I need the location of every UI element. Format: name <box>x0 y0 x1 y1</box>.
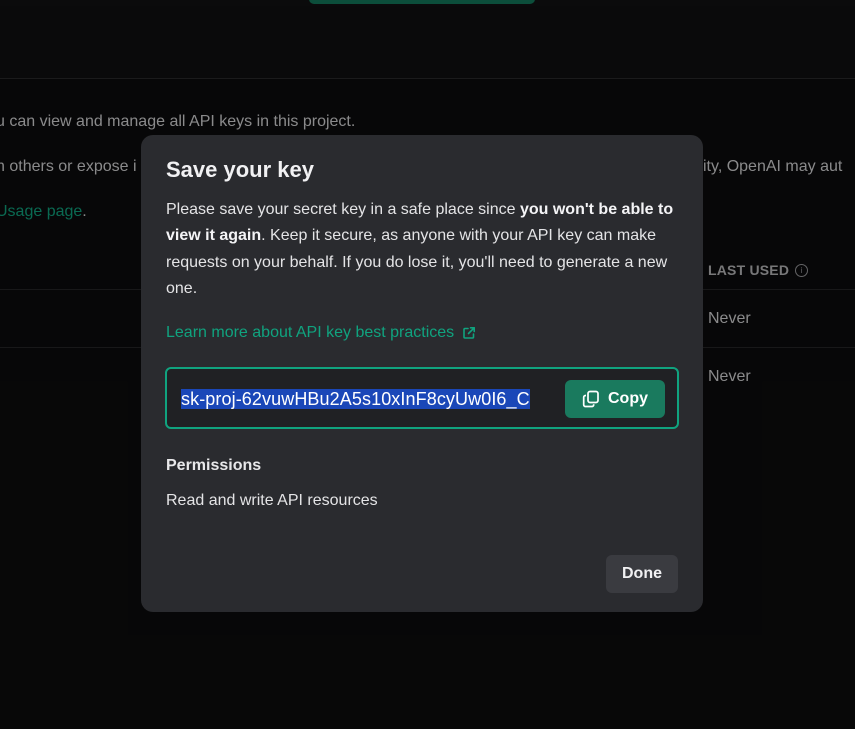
external-link-icon <box>463 327 476 339</box>
save-key-dialog: Save your key Please save your secret ke… <box>141 135 703 612</box>
dialog-title: Save your key <box>166 157 314 182</box>
desc-part1: Please save your secret key in a safe pl… <box>166 201 520 218</box>
permissions-label: Permissions <box>166 457 262 474</box>
permissions-value: Read and write API resources <box>166 492 378 509</box>
copy-button-label: Copy <box>608 390 648 407</box>
copy-icon <box>582 390 599 408</box>
done-button[interactable]: Done <box>606 555 678 593</box>
secret-key-value: sk-proj-62vuwHBu2A5s10xInF8cyUw0I6_C <box>181 389 530 409</box>
page: u can view and manage all API keys in th… <box>0 0 855 729</box>
copy-button[interactable]: Copy <box>565 380 665 418</box>
secret-key-field[interactable]: sk-proj-62vuwHBu2A5s10xInF8cyUw0I6_C Cop… <box>165 367 679 429</box>
best-practices-link-label: Learn more about API key best practices <box>166 324 455 341</box>
dialog-description: Please save your secret key in a safe pl… <box>166 197 686 302</box>
best-practices-link[interactable]: Learn more about API key best practices <box>166 324 476 342</box>
secret-key-input[interactable]: sk-proj-62vuwHBu2A5s10xInF8cyUw0I6_C <box>181 387 555 411</box>
